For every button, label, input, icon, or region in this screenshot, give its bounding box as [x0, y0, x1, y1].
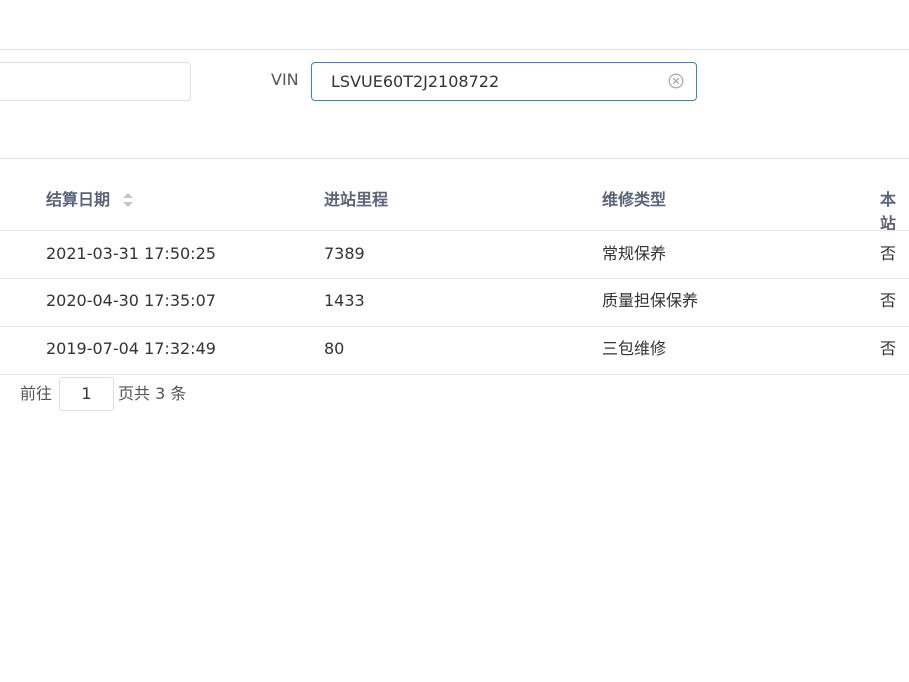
cell-mileage: 1433 [324, 291, 365, 310]
column-header-repair-type: 维修类型 [602, 190, 667, 209]
row-divider [0, 278, 909, 279]
sort-caret-icon[interactable] [121, 190, 135, 210]
row-divider [0, 326, 909, 327]
cell-settle-date: 2020-04-30 17:35:07 [46, 291, 216, 310]
vin-input-value[interactable]: LSVUE60T2J2108722 [331, 63, 499, 100]
cell-settle-date: 2021-03-31 17:50:25 [46, 244, 216, 263]
column-header-mileage: 进站里程 [324, 190, 389, 209]
cell-settle-date: 2019-07-04 17:32:49 [46, 339, 216, 358]
cell-repair-type: 常规保养 [602, 244, 667, 263]
vin-input[interactable]: LSVUE60T2J2108722 [311, 62, 697, 101]
cell-local-station: 否 [880, 291, 897, 310]
cell-mileage: 80 [324, 339, 345, 358]
cell-local-station: 否 [880, 244, 897, 263]
vehicle-service-records-page: VIN LSVUE60T2J2108722 结算日期 进站里程 维修类型 本站 … [0, 0, 909, 682]
cell-repair-type: 质量担保保养 [602, 291, 699, 310]
total-count-label: 页共 3 条 [118, 384, 187, 403]
cell-mileage: 7389 [324, 244, 365, 263]
table-bottom-line [0, 374, 909, 375]
page-jump-input[interactable]: 1 [59, 377, 114, 411]
cell-repair-type: 三包维修 [602, 339, 667, 358]
clear-icon[interactable] [668, 73, 684, 89]
column-header-settle-date[interactable]: 结算日期 [46, 188, 110, 212]
vin-label: VIN [271, 70, 299, 89]
cell-local-station: 否 [880, 339, 897, 358]
goto-label: 前往 [20, 384, 53, 403]
filter-table-divider [0, 158, 909, 159]
filter-input-left[interactable] [0, 62, 191, 101]
column-header-local-station: 本站 [880, 190, 897, 233]
header-bottom-line [0, 230, 909, 231]
top-divider [0, 49, 909, 50]
